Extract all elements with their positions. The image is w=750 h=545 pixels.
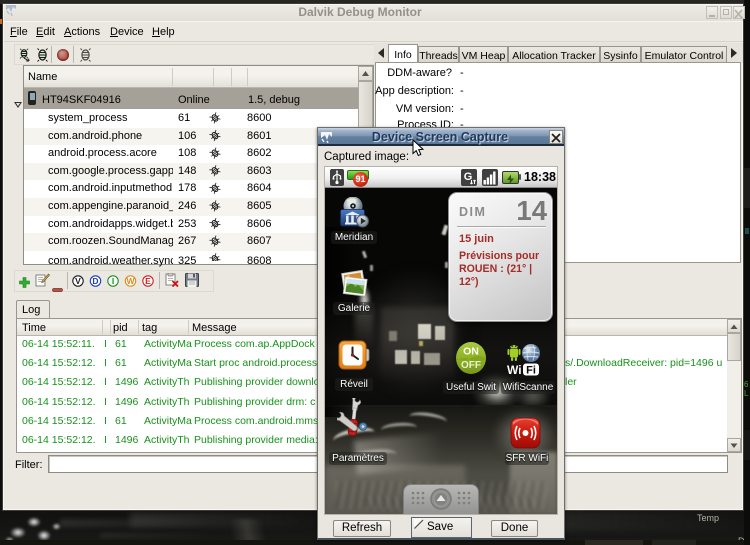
svg-text:Fi: Fi [526,365,536,377]
svg-text:Wi: Wi [507,363,522,377]
svg-text:ON: ON [463,346,479,358]
svg-text:OFF: OFF [461,360,481,371]
svg-text:I: I [112,276,114,286]
svg-text:E: E [145,276,151,286]
svg-text:V: V [75,276,81,286]
svg-text:W: W [126,276,135,286]
svg-text:G: G [464,171,473,183]
svg-text:D: D [92,276,98,286]
